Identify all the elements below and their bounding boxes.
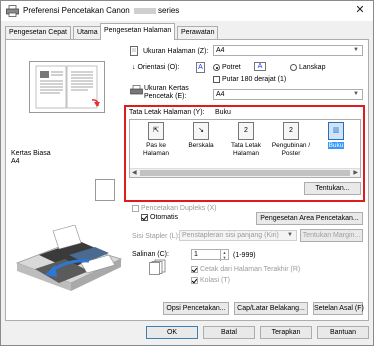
page-layout-list[interactable]: ⇱ Pas ke Halaman ↘ Berskala 2 Tata Letak… — [129, 119, 361, 178]
booklet-preview-image — [35, 65, 100, 109]
layout-item-label: Berskala — [188, 142, 214, 149]
stapler-side-select[interactable]: Penstapleran sisi panjang (Kiri) ▼ — [179, 230, 297, 241]
layout-item-label: Tata Letak Halaman — [231, 142, 261, 157]
copies-icon — [149, 259, 166, 275]
scroll-left-icon[interactable]: ◀ — [132, 169, 137, 177]
printing-preferences-window: Preferensi Pencetakan Canon series ✕ Pen… — [0, 0, 374, 346]
stapler-side-label: Sisi Stapler (L): — [132, 233, 180, 240]
landscape-label: Lanskap — [299, 64, 326, 71]
cancel-button[interactable]: Batal — [203, 326, 255, 339]
ok-button[interactable]: OK — [146, 326, 198, 339]
page-layout-icon: 2 — [238, 122, 254, 140]
page-size-icon — [130, 46, 138, 56]
tab-pengesetan-cepat[interactable]: Pengesetan Cepat — [5, 26, 71, 39]
tentukan-button[interactable]: Tentukan... — [304, 182, 361, 195]
page-layout-label: Tata Letak Halaman (Y): — [129, 109, 205, 116]
chevron-down-icon: ▼ — [287, 232, 293, 238]
page-preview — [29, 61, 105, 113]
close-icon: ✕ — [355, 4, 365, 16]
portrait-radio[interactable] — [213, 64, 220, 71]
chevron-down-icon: ▼ — [353, 91, 359, 97]
tiling-poster-icon: 2 — [283, 122, 299, 140]
printer-paper-select[interactable]: A4 ▼ — [213, 89, 363, 100]
printer-illustration — [15, 225, 123, 291]
copies-label: Salinan (C): — [132, 251, 169, 258]
duplex-checkbox[interactable] — [132, 205, 139, 212]
specify-margin-button[interactable]: Tentukan Margin... — [300, 229, 363, 242]
redacted-model — [133, 7, 156, 14]
layout-item-label: Pengubinan / Poster — [271, 142, 311, 157]
scaled-icon: ↘ — [193, 122, 209, 140]
printer-icon — [6, 5, 19, 17]
scroll-right-icon[interactable]: ▶ — [353, 169, 358, 177]
layout-item-label: Buku — [327, 142, 345, 149]
portrait-label: Potret — [222, 64, 241, 71]
title-bar: Preferensi Pencetakan Canon series ✕ — [1, 1, 373, 21]
window-title: Preferensi Pencetakan Canon series — [23, 6, 180, 15]
media-size-label: A4 — [11, 158, 20, 165]
tab-perawatan[interactable]: Perawatan — [177, 26, 219, 39]
landscape-icon: A — [254, 62, 266, 71]
chevron-down-icon: ▼ — [353, 47, 359, 53]
layout-item-buku[interactable]: ▥ Buku — [314, 122, 358, 166]
print-area-setup-button[interactable]: Pengesetan Area Pencetakan... — [256, 212, 363, 225]
landscape-radio[interactable] — [290, 64, 297, 71]
copies-spinner[interactable]: ▲ ▼ — [220, 250, 228, 261]
duplex-label: Pencetakan Dupleks (X) — [141, 205, 217, 212]
help-button[interactable]: Bantuan — [317, 326, 369, 339]
print-options-button[interactable]: Opsi Pencetakan... — [163, 302, 229, 315]
orientation-label: ↓ Orientasi (O): — [132, 64, 180, 71]
page-size-select[interactable]: A4 ▼ — [213, 45, 363, 56]
page-size-label: Ukuran Halaman (Z): — [143, 48, 209, 55]
tab-pengesetan-halaman[interactable]: Pengesetan Halaman — [100, 23, 176, 40]
stamp-background-button[interactable]: Cap/Latar Belakang... — [234, 302, 308, 315]
scroll-thumb[interactable] — [140, 170, 350, 176]
booklet-icon: ▥ — [328, 122, 344, 140]
collate-checkbox[interactable] — [191, 277, 198, 284]
layout-item-label: Pas ke Halaman — [142, 142, 169, 157]
layout-item-tata-letak-halaman[interactable]: 2 Tata Letak Halaman — [224, 122, 268, 166]
portrait-icon: A — [196, 62, 205, 73]
rotate-180-label: Putar 180 derajat (1) — [222, 76, 287, 83]
page-layout-value: Buku — [215, 109, 231, 116]
close-button[interactable]: ✕ — [351, 3, 369, 18]
defaults-button[interactable]: Setelan Asal (F) — [313, 302, 364, 315]
tab-utama[interactable]: Utama — [73, 26, 102, 39]
auto-duplex-checkbox[interactable] — [141, 214, 148, 221]
layout-item-berskala[interactable]: ↘ Berskala — [179, 122, 223, 166]
copies-input[interactable]: 1 ▲ ▼ — [191, 249, 229, 261]
paper-thumbnail — [95, 179, 115, 201]
layout-scrollbar[interactable]: ◀ ▶ — [130, 168, 360, 177]
auto-duplex-label: Otomatis — [150, 214, 179, 221]
printer-paper-icon — [130, 85, 143, 95]
printer-paper-label: Ukuran Kertas Pencetak (E): — [144, 85, 189, 100]
fit-to-page-icon: ⇱ — [148, 122, 164, 140]
print-last-page-first-checkbox[interactable] — [191, 266, 198, 273]
copies-range-label: (1-999) — [233, 252, 256, 259]
collate-label: Kolasi (T) — [200, 277, 230, 284]
rotate-180-checkbox[interactable] — [213, 76, 220, 83]
print-last-page-first-label: Cetak dari Halaman Terakhir (R) — [200, 266, 301, 273]
layout-item-pengubinan-poster[interactable]: 2 Pengubinan / Poster — [269, 122, 313, 166]
layout-item-pas-ke-halaman[interactable]: ⇱ Pas ke Halaman — [134, 122, 178, 166]
apply-button[interactable]: Terapkan — [260, 326, 312, 339]
